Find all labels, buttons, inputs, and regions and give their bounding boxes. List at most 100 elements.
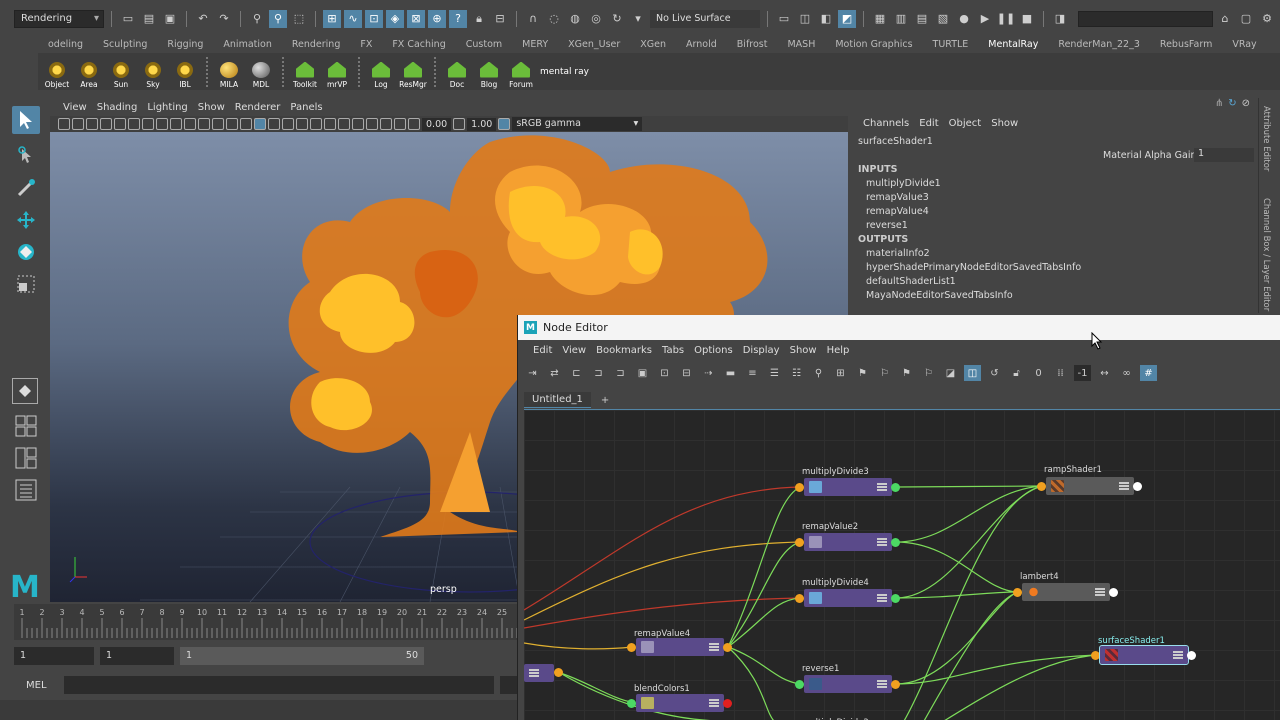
shelf-tab[interactable]: Animation [213,39,281,50]
tab-untitled-1[interactable]: Untitled_1 [524,392,591,408]
shelf-tab[interactable]: XGen [630,39,676,50]
undo-icon[interactable]: ↶ [194,10,212,28]
shelf-tab-active[interactable]: MentalRay [978,39,1048,50]
ne-menu-help[interactable]: Help [822,345,855,356]
stop-icon[interactable]: ■ [1018,10,1036,28]
resolution-gate-icon[interactable] [170,118,182,130]
field-chart-icon[interactable] [198,118,210,130]
render-sequence-icon[interactable]: ▥ [892,10,910,28]
shelf-button-area[interactable]: Area [74,55,104,89]
pause-icon[interactable]: ❚❚ [997,10,1015,28]
shelf-tab[interactable]: MERY [512,39,558,50]
lasso-tool-icon[interactable] [12,142,40,170]
shelf-tab[interactable]: Custom [456,39,512,50]
motion-blur-icon[interactable] [338,118,350,130]
four-view-icon[interactable] [12,412,40,440]
output-port[interactable] [723,699,732,708]
gamma-icon[interactable] [453,118,466,130]
film-gate-icon[interactable] [156,118,168,130]
connected-mode-icon[interactable]: ≡ [744,365,761,381]
wireframe-icon[interactable] [240,118,252,130]
shelf-tab[interactable]: XGen_User [558,39,630,50]
shelf-button-object[interactable]: Object [42,55,72,89]
node-remapvalue4[interactable] [636,638,724,656]
output-port[interactable] [891,594,900,603]
gate-mask-icon[interactable] [184,118,196,130]
simple-mode-icon[interactable]: ▬ [722,365,739,381]
shelf-tab[interactable]: Rendering [282,39,351,50]
snap-point-icon[interactable]: ⊡ [365,9,383,28]
node-lambert4[interactable] [1022,583,1110,601]
node-editor-title-bar[interactable]: M Node Editor [518,315,1280,340]
channel-menu-channels[interactable]: Channels [858,118,914,129]
shelf-tab[interactable]: RenderMan_22_3 [1048,39,1150,50]
output-connections-icon[interactable]: ⊐ [612,365,629,381]
render-globe-icon[interactable]: ● [955,10,973,28]
node-remapvalue2[interactable] [804,533,892,551]
channel-menu-edit[interactable]: Edit [914,118,943,129]
shelf-tab[interactable]: Sculpting [93,39,157,50]
shelf-button-sky[interactable]: Sky [138,55,168,89]
layout-icon[interactable]: ⊟ [678,365,695,381]
clear-graph-icon[interactable]: ⇢ [700,365,717,381]
input-node[interactable]: multiplyDivide1 [866,178,941,189]
shelf-tab[interactable]: odeling [38,39,93,50]
bookmark-icon[interactable] [86,118,98,130]
selected-object-name[interactable]: surfaceShader1 [858,136,933,147]
ne-menu-show[interactable]: Show [785,345,822,356]
input-port[interactable] [627,699,636,708]
mel-input[interactable] [64,676,494,694]
add-tab-button[interactable]: + [591,395,619,406]
magnet-icon[interactable]: ∩ [524,10,542,28]
shelf-button-mrvp[interactable]: mrVP [322,55,352,89]
custom-mode-icon[interactable]: ☷ [788,365,805,381]
ne-menu-bookmarks[interactable]: Bookmarks [591,345,657,356]
snap-live-icon[interactable]: ⊕ [428,9,446,28]
help-icon[interactable]: ? [449,9,467,28]
safe-action-icon[interactable] [212,118,224,130]
shadows-icon[interactable] [310,118,322,130]
textured-icon[interactable] [282,118,294,130]
input-output-icon[interactable]: ⊐ [590,365,607,381]
anti-alias-icon[interactable] [352,118,364,130]
grid-icon[interactable] [142,118,154,130]
bookmark-list-icon[interactable]: ⚐ [920,365,937,381]
ipr-icon[interactable]: ◧ [817,10,835,28]
refresh-icon[interactable]: ↻ [1228,98,1236,109]
smooth-shade-icon[interactable] [254,118,266,130]
search-icon[interactable]: ⚲ [810,365,827,381]
paint-select-icon[interactable]: ◍ [566,10,584,28]
grid-snap-icon[interactable]: ⊞ [832,365,849,381]
channel-box-tab[interactable]: Channel Box / Layer Editor [1261,198,1271,311]
start-time-field[interactable]: 1 [14,647,94,665]
render-settings-icon[interactable]: ▦ [871,10,889,28]
new-scene-icon[interactable]: ▭ [119,10,137,28]
dots-icon[interactable]: ⁞⁞ [1052,365,1069,381]
play-icon[interactable]: ▶ [976,10,994,28]
shelf-tab[interactable]: Rigging [157,39,213,50]
lock-icon[interactable]: 🔒︎ [470,10,488,28]
shelf-tab[interactable]: FX [350,39,382,50]
input-port[interactable] [795,680,804,689]
input-port[interactable] [1013,588,1022,597]
search-field[interactable] [1078,10,1213,27]
viewport-menu-view[interactable]: View [58,102,92,113]
ne-menu-edit[interactable]: Edit [528,345,557,356]
color-management-icon[interactable] [498,118,511,130]
shelf-tab[interactable]: MASH [777,39,825,50]
viewport-menu-shading[interactable]: Shading [92,102,143,113]
shelf-button-ibl[interactable]: IBL [170,55,200,89]
output-node[interactable]: materialInfo2 [866,248,930,259]
two-d-pan-icon[interactable] [114,118,126,130]
isolate-select-icon[interactable] [380,118,392,130]
safe-title-icon[interactable] [226,118,238,130]
mel-label[interactable]: MEL [14,680,58,691]
outliner-view-icon[interactable] [12,476,40,504]
grease-pencil-icon[interactable] [128,118,140,130]
attribute-filter-icon[interactable]: ◫ [964,365,981,381]
output-port[interactable] [723,643,732,652]
live-surface-field[interactable]: No Live Surface [650,9,760,28]
bookmark-add-icon[interactable]: ⚑ [854,365,871,381]
node-graph-canvas[interactable]: multiplyDivide3 remapValue2 multiplyDivi… [524,409,1280,720]
screen-space-ao-icon[interactable] [324,118,336,130]
